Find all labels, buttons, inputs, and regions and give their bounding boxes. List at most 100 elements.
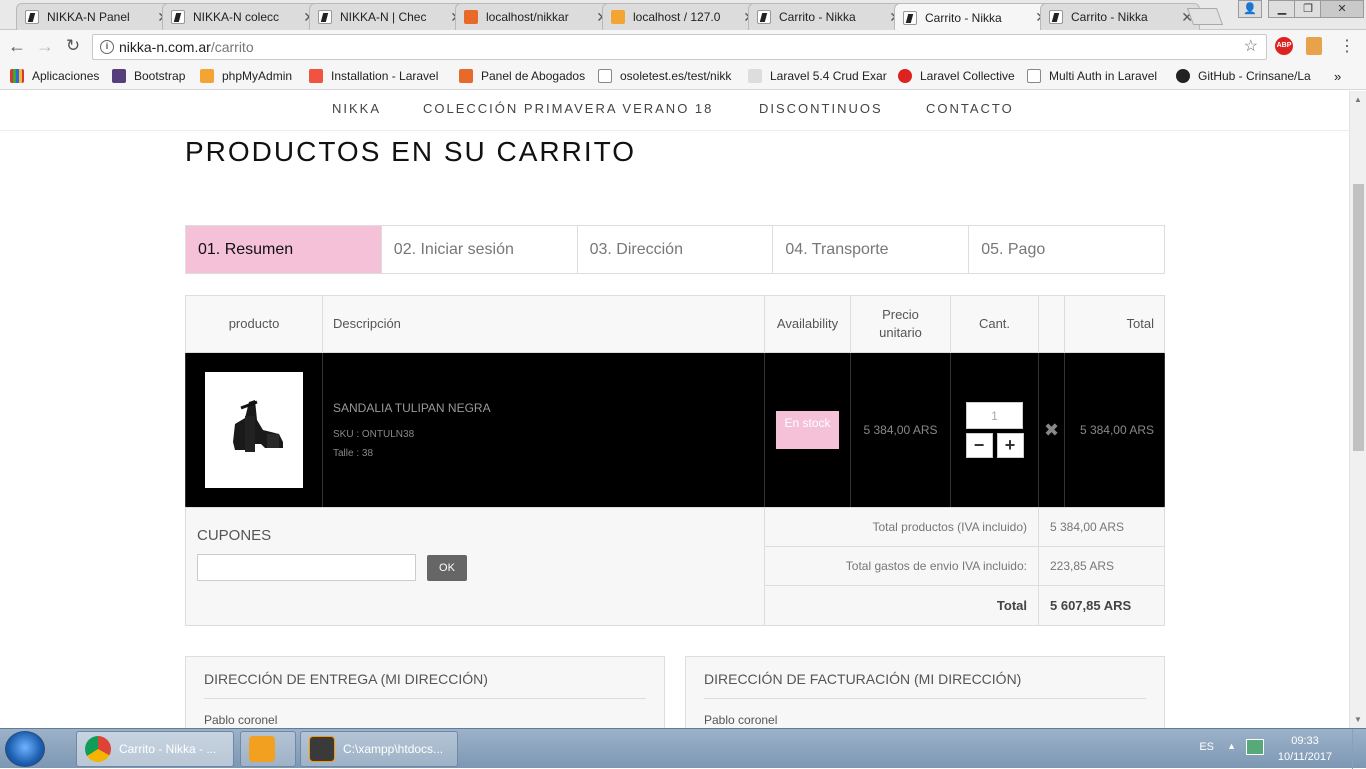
browser-tab[interactable]: NIKKA-N colecc ✕ bbox=[162, 3, 322, 30]
github-icon bbox=[1176, 69, 1190, 83]
availability-cell: En stock bbox=[764, 352, 851, 508]
user-profile-icon[interactable]: 👤 bbox=[1238, 0, 1262, 18]
new-tab-button[interactable] bbox=[1186, 8, 1224, 25]
bookmark-item[interactable]: Multi Auth in Laravel bbox=[1027, 69, 1157, 83]
phpmyadmin-icon bbox=[200, 69, 214, 83]
nav-link-nikka[interactable]: NIKKA bbox=[332, 101, 381, 116]
scroll-up-icon[interactable]: ▲ bbox=[1354, 95, 1362, 104]
coupon-input[interactable] bbox=[197, 554, 416, 581]
page-scrollbar[interactable]: ▲ ▼ bbox=[1349, 91, 1366, 728]
nav-link-contacto[interactable]: CONTACTO bbox=[926, 101, 1014, 116]
bookmark-item[interactable]: Bootstrap bbox=[112, 69, 185, 83]
site-navigation: NIKKA COLECCIÓN PRIMAVERA VERANO 18 DISC… bbox=[0, 91, 1349, 131]
restore-button[interactable]: ❐ bbox=[1294, 0, 1322, 18]
show-desktop-button[interactable] bbox=[1352, 729, 1366, 769]
checkout-steps: 01. Resumen 02. Iniciar sesión 03. Direc… bbox=[185, 225, 1165, 274]
bookmark-label: Aplicaciones bbox=[32, 69, 100, 83]
apps-grid-icon bbox=[10, 69, 24, 83]
bookmark-label: Laravel 5.4 Crud Exar bbox=[770, 69, 887, 83]
page-icon bbox=[1027, 69, 1041, 83]
nav-link-discontinuos[interactable]: DISCONTINUOS bbox=[759, 101, 883, 116]
more-bookmarks-icon[interactable]: » bbox=[1334, 69, 1341, 84]
close-window-button[interactable]: ✕ bbox=[1320, 0, 1364, 18]
step-direccion[interactable]: 03. Dirección bbox=[578, 226, 774, 273]
apply-coupon-button[interactable]: OK bbox=[427, 555, 467, 581]
unit-price-cell: 5 384,00 ARS bbox=[850, 352, 951, 508]
xampp-favicon-icon bbox=[464, 10, 478, 24]
scroll-down-icon[interactable]: ▼ bbox=[1354, 715, 1362, 724]
url-path: /carrito bbox=[210, 39, 254, 55]
bookmark-item[interactable]: Installation - Laravel bbox=[309, 69, 438, 83]
product-name[interactable]: SANDALIA TULIPAN NEGRA bbox=[333, 401, 764, 415]
browser-tab[interactable]: Carrito - Nikka ✕ bbox=[1040, 3, 1200, 30]
bookmark-item[interactable]: GitHub - Crinsane/La bbox=[1176, 69, 1311, 83]
sublime-text-icon bbox=[309, 736, 335, 762]
url-field[interactable]: i nikka-n.com.ar/carrito ☆ bbox=[92, 34, 1267, 60]
bookmark-item[interactable]: Laravel 5.4 Crud Exar bbox=[748, 69, 887, 83]
bookmark-item[interactable]: Panel de Abogados bbox=[459, 69, 585, 83]
clock-time[interactable]: 09:33 bbox=[1270, 735, 1340, 747]
nav-link-coleccion[interactable]: COLECCIÓN PRIMAVERA VERANO 18 bbox=[423, 101, 713, 116]
clock-date[interactable]: 10/11/2017 bbox=[1270, 751, 1340, 763]
scrollbar-thumb[interactable] bbox=[1353, 184, 1364, 451]
taskbar-item-outlook[interactable] bbox=[240, 731, 296, 767]
divider bbox=[204, 698, 646, 699]
cart-table: producto Descripción Availability Precio… bbox=[185, 295, 1165, 508]
browser-tab[interactable]: localhost / 127.0 ✕ bbox=[602, 3, 762, 30]
bootstrap-icon bbox=[112, 69, 126, 83]
bookmark-star-icon[interactable]: ☆ bbox=[1244, 35, 1258, 59]
extension-icon[interactable] bbox=[1306, 37, 1322, 55]
nikka-favicon-icon bbox=[757, 10, 771, 24]
bookmark-item[interactable]: osoletest.es/test/nikk bbox=[598, 69, 731, 83]
browser-tab[interactable]: localhost/nikkar ✕ bbox=[455, 3, 615, 30]
network-icon[interactable] bbox=[1246, 739, 1264, 755]
step-iniciar-sesion[interactable]: 02. Iniciar sesión bbox=[382, 226, 578, 273]
show-hidden-icons-icon[interactable]: ▲ bbox=[1227, 741, 1236, 751]
quantity-stepper: − + bbox=[951, 433, 1038, 458]
start-button[interactable] bbox=[5, 731, 45, 767]
adblock-plus-icon[interactable]: ABP bbox=[1275, 37, 1293, 55]
bookmark-item[interactable]: phpMyAdmin bbox=[200, 69, 292, 83]
language-indicator[interactable]: ES bbox=[1199, 741, 1214, 753]
back-icon[interactable]: ← bbox=[6, 36, 28, 57]
page-viewport: NIKKA COLECCIÓN PRIMAVERA VERANO 18 DISC… bbox=[0, 91, 1366, 728]
xampp-icon bbox=[459, 69, 473, 83]
page-title: PRODUCTOS EN SU CARRITO bbox=[185, 136, 637, 167]
bookmark-item[interactable]: Laravel Collective bbox=[898, 69, 1015, 83]
step-pago[interactable]: 05. Pago bbox=[969, 226, 1164, 273]
divider bbox=[704, 698, 1146, 699]
product-image[interactable] bbox=[205, 372, 303, 488]
browser-tab[interactable]: NIKKA-N | Chec ✕ bbox=[309, 3, 469, 30]
product-image-cell bbox=[185, 352, 323, 508]
info-icon[interactable]: i bbox=[100, 40, 114, 54]
increase-qty-button[interactable]: + bbox=[996, 433, 1024, 458]
browser-tab[interactable]: Carrito - Nikka ✕ bbox=[748, 3, 908, 30]
stock-badge: En stock bbox=[776, 411, 839, 449]
browser-tab[interactable]: NIKKA-N Panel ✕ bbox=[16, 3, 176, 30]
nikka-favicon-icon bbox=[318, 10, 332, 24]
tab-title: NIKKA-N Panel bbox=[47, 10, 130, 24]
bookmark-label: Multi Auth in Laravel bbox=[1049, 69, 1158, 83]
quantity-input[interactable] bbox=[966, 402, 1023, 429]
delivery-address-name: Pablo coronel bbox=[204, 713, 278, 727]
summary-divider bbox=[1038, 586, 1039, 625]
decrease-qty-button[interactable]: − bbox=[965, 433, 993, 458]
bookmark-label: Bootstrap bbox=[134, 69, 186, 83]
step-resumen[interactable]: 01. Resumen bbox=[186, 226, 382, 273]
taskbar-item-chrome[interactable]: Carrito - Nikka - ... bbox=[76, 731, 234, 767]
delivery-address-title: DIRECCIÓN DE ENTREGA (MI DIRECCIÓN) bbox=[204, 671, 488, 687]
step-transporte[interactable]: 04. Transporte bbox=[773, 226, 970, 273]
taskbar-item-sublime[interactable]: C:\xampp\htdocs... bbox=[300, 731, 458, 767]
phpmyadmin-favicon-icon bbox=[611, 10, 625, 24]
remove-item-icon[interactable]: ✖ bbox=[1038, 352, 1065, 508]
outlook-icon bbox=[249, 736, 275, 762]
browser-tab-active[interactable]: Carrito - Nikka ✕ bbox=[894, 3, 1054, 31]
bookmark-item[interactable]: Aplicaciones bbox=[10, 69, 99, 83]
minimize-button[interactable]: ▁ bbox=[1268, 0, 1296, 18]
menu-icon[interactable]: ⋮ bbox=[1336, 36, 1358, 56]
forward-icon[interactable]: → bbox=[34, 36, 56, 57]
reload-icon[interactable]: ↻ bbox=[62, 36, 84, 56]
shipping-value: 223,85 ARS bbox=[1050, 559, 1115, 573]
grand-total-value: 5 607,85 ARS bbox=[1050, 598, 1132, 613]
qty-cell: − + bbox=[950, 352, 1039, 508]
